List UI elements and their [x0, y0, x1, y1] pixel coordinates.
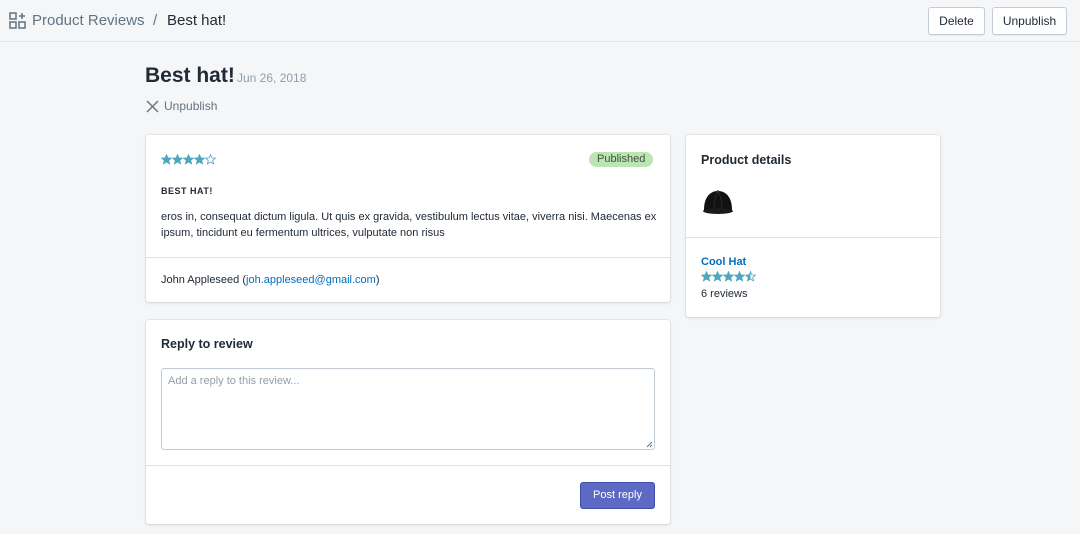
status-badge: Published — [589, 152, 654, 167]
star-icon — [205, 154, 216, 165]
post-reply-button[interactable]: Post reply — [580, 482, 655, 509]
apps-icon[interactable] — [9, 12, 26, 29]
unpublish-button[interactable]: Unpublish — [992, 7, 1067, 35]
product-rating — [701, 271, 756, 282]
review-rating — [161, 154, 216, 165]
reply-textarea[interactable] — [161, 368, 655, 450]
reply-heading: Reply to review — [161, 337, 253, 351]
star-icon — [194, 154, 205, 165]
divider — [686, 237, 940, 238]
product-details-card: Product details Cool Hat 6 reviews — [686, 135, 940, 317]
review-date: Jun 26, 2018 — [237, 71, 307, 85]
star-icon — [183, 154, 194, 165]
review-card: Published BEST HAT! eros in, consequat d… — [146, 135, 670, 302]
review-title: BEST HAT! — [161, 186, 213, 196]
divider — [146, 465, 670, 466]
star-icon — [712, 271, 723, 282]
author-email-link[interactable]: joh.appleseed@gmail.com — [246, 274, 376, 286]
top-bar: Product Reviews / Best hat! Delete Unpub… — [0, 0, 1080, 42]
author-name: John Appleseed — [161, 274, 240, 286]
product-name-link[interactable]: Cool Hat — [701, 256, 746, 268]
unpublish-action-label: Unpublish — [164, 99, 218, 113]
unpublish-action[interactable]: Unpublish — [146, 98, 217, 114]
star-icon — [723, 271, 734, 282]
star-icon — [701, 271, 712, 282]
review-author: John Appleseed (joh.appleseed@gmail.com) — [161, 274, 380, 286]
page-title: Best hat! — [145, 64, 235, 87]
hat-image — [703, 190, 733, 214]
product-details-heading: Product details — [701, 153, 792, 167]
delete-button[interactable]: Delete — [928, 7, 985, 35]
star-icon — [172, 154, 183, 165]
close-icon — [146, 100, 159, 112]
breadcrumb-current: Best hat! — [167, 12, 227, 29]
star-icon — [161, 154, 172, 165]
star-icon — [745, 271, 756, 282]
reply-card: Reply to review Post reply — [146, 320, 670, 524]
star-icon — [734, 271, 745, 282]
product-review-count: 6 reviews — [701, 288, 748, 300]
resize-handle-icon[interactable] — [646, 441, 653, 448]
breadcrumb-separator: / — [153, 12, 158, 29]
review-body: eros in, consequat dictum ligula. Ut qui… — [161, 211, 657, 239]
divider — [146, 257, 670, 258]
breadcrumb-app-link[interactable]: Product Reviews — [32, 12, 145, 29]
